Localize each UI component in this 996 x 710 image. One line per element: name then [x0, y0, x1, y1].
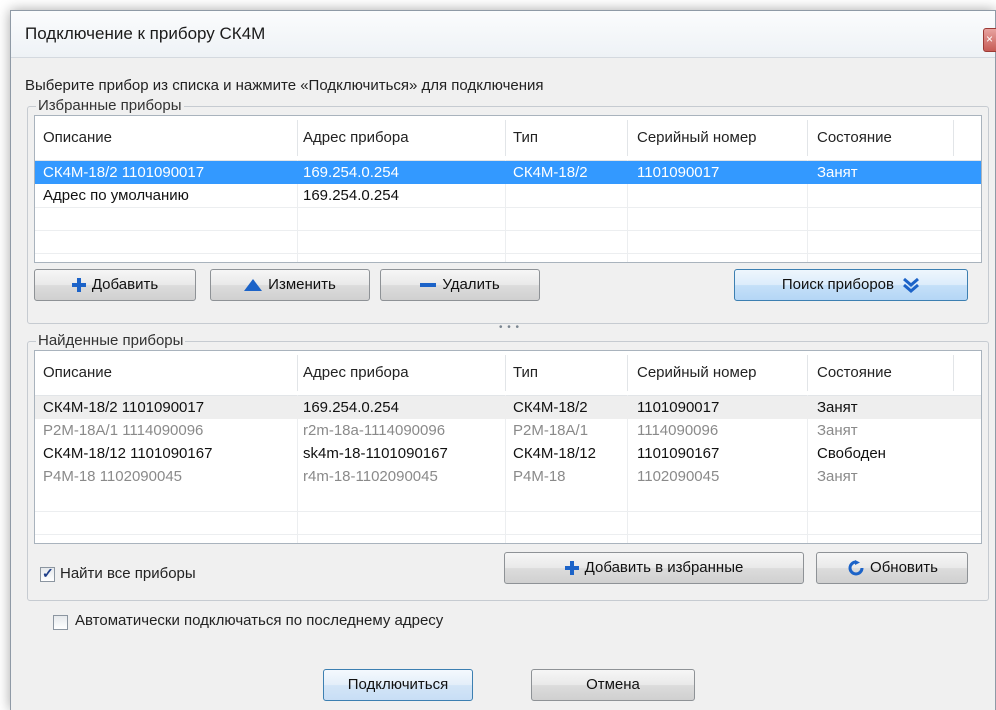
row-description: P4M-18 1102090045 — [43, 468, 182, 485]
delete-button[interactable]: Удалить — [380, 269, 540, 301]
plus-icon — [564, 561, 579, 576]
row-address: r2m-18a-1114090096 — [303, 422, 446, 439]
table-row[interactable]: СК4М-18/12 1101090167 sk4m-18-1101090167… — [35, 442, 981, 465]
row-type: СК4М-18/12 — [513, 445, 596, 462]
edit-button[interactable]: Изменить — [210, 269, 370, 301]
table-row[interactable]: СК4М-18/2 1101090017 169.254.0.254 СК4М-… — [35, 396, 981, 419]
auto-connect-checkbox[interactable] — [53, 615, 68, 630]
connect-dialog: Подключение к прибору СК4М × Выберите пр… — [10, 10, 996, 710]
column-address[interactable]: Адрес прибора — [303, 129, 409, 146]
row-address: sk4m-18-1101090167 — [303, 445, 448, 462]
row-serial: 1101090167 — [637, 445, 720, 462]
refresh-button-label: Обновить — [870, 559, 938, 576]
row-description: СК4М-18/2 1101090017 — [43, 164, 205, 181]
row-status: Занят — [817, 164, 858, 181]
table-row[interactable]: СК4М-18/2 1101090017 169.254.0.254 СК4М-… — [35, 161, 981, 184]
connect-button-label: Подключиться — [347, 676, 449, 693]
triangle-up-icon — [244, 279, 263, 292]
favorites-table-header: Описание Адрес прибора Тип Серийный номе… — [35, 116, 981, 161]
column-serial[interactable]: Серийный номер — [637, 364, 757, 381]
refresh-button[interactable]: Обновить — [816, 552, 968, 584]
column-type[interactable]: Тип — [513, 364, 538, 381]
panel-splitter[interactable]: • • • — [39, 322, 983, 333]
favorites-table[interactable]: Описание Адрес прибора Тип Серийный номе… — [34, 115, 982, 263]
column-type[interactable]: Тип — [513, 129, 538, 146]
edit-button-label: Изменить — [268, 276, 336, 293]
row-description: Адрес по умолчанию — [43, 187, 189, 204]
row-serial: 1101090017 — [637, 399, 720, 416]
window-title: Подключение к прибору СК4М — [25, 24, 266, 43]
table-row[interactable]: Адрес по умолчанию 169.254.0.254 — [35, 184, 981, 207]
minus-icon — [420, 283, 437, 288]
double-chevron-down-icon — [903, 277, 920, 294]
column-status[interactable]: Состояние — [817, 364, 892, 381]
search-devices-label: Поиск приборов — [781, 276, 894, 293]
add-button-label: Добавить — [91, 276, 159, 293]
row-status: Свободен — [817, 445, 886, 462]
search-devices-button[interactable]: Поиск приборов — [734, 269, 968, 301]
add-to-favorites-button[interactable]: Добавить в избранные — [504, 552, 804, 584]
row-type: P2M-18A/1 — [513, 422, 589, 439]
row-serial: 1102090045 — [637, 468, 720, 485]
column-description[interactable]: Описание — [43, 364, 112, 381]
add-to-favorites-label: Добавить в избранные — [584, 559, 744, 576]
found-group: Найденные приборы Описание Адрес прибора… — [27, 332, 989, 601]
close-icon[interactable]: × — [983, 28, 996, 52]
favorites-group-label: Избранные приборы — [36, 97, 184, 114]
favorites-group: Избранные приборы Описание Адрес прибора… — [27, 97, 989, 324]
row-status: Занят — [817, 399, 858, 416]
row-description: P2M-18A/1 1114090096 — [43, 422, 204, 439]
row-address: 169.254.0.254 — [303, 399, 399, 416]
table-row[interactable]: P4M-18 1102090045 r4m-18-1102090045 P4M-… — [35, 465, 981, 488]
row-address: 169.254.0.254 — [303, 164, 399, 181]
column-status[interactable]: Состояние — [817, 129, 892, 146]
title-bar[interactable]: Подключение к прибору СК4М × — [11, 11, 996, 58]
found-group-label: Найденные приборы — [36, 332, 186, 349]
row-serial: 1101090017 — [637, 164, 720, 181]
row-type: СК4М-18/2 — [513, 164, 588, 181]
row-address: 169.254.0.254 — [303, 187, 399, 204]
add-button[interactable]: Добавить — [34, 269, 196, 301]
row-status: Занят — [817, 468, 858, 485]
auto-connect-label: Автоматически подключаться по последнему… — [75, 612, 444, 629]
row-type: СК4М-18/2 — [513, 399, 588, 416]
row-address: r4m-18-1102090045 — [303, 468, 438, 485]
instruction-text: Выберите прибор из списка и нажмите «Под… — [25, 77, 544, 94]
cancel-button[interactable]: Отмена — [531, 669, 695, 701]
row-description: СК4М-18/12 1101090167 — [43, 445, 213, 462]
column-serial[interactable]: Серийный номер — [637, 129, 757, 146]
delete-button-label: Удалить — [442, 276, 500, 293]
refresh-icon — [848, 560, 864, 576]
plus-icon — [71, 278, 86, 293]
row-description: СК4М-18/2 1101090017 — [43, 399, 205, 416]
find-all-checkbox[interactable] — [40, 565, 55, 582]
found-table-header: Описание Адрес прибора Тип Серийный номе… — [35, 351, 981, 396]
row-serial: 1114090096 — [637, 422, 719, 439]
row-type: P4M-18 — [513, 468, 566, 485]
table-row[interactable]: P2M-18A/1 1114090096 r2m-18a-1114090096 … — [35, 419, 981, 442]
found-table[interactable]: Описание Адрес прибора Тип Серийный номе… — [34, 350, 982, 544]
row-status: Занят — [817, 422, 858, 439]
connect-button[interactable]: Подключиться — [323, 669, 473, 701]
cancel-button-label: Отмена — [586, 676, 640, 693]
find-all-label: Найти все приборы — [60, 565, 196, 582]
column-address[interactable]: Адрес прибора — [303, 364, 409, 381]
column-description[interactable]: Описание — [43, 129, 112, 146]
